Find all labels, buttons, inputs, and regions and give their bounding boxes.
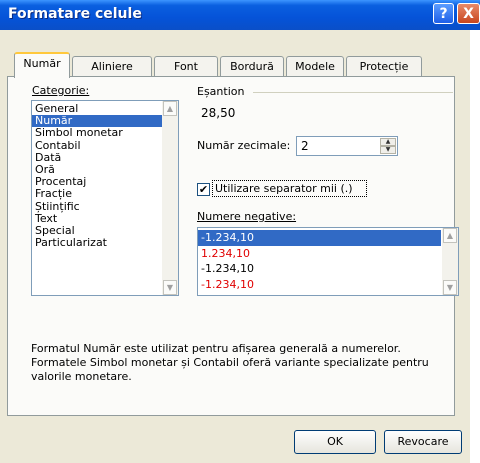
category-listbox[interactable]: General Număr Simbol monetar Contabil Dată Or… (31, 100, 179, 296)
negative-format-item[interactable]: -1.234,10 (198, 277, 441, 293)
decimals-input[interactable]: 2 ▲ ▼ (296, 136, 398, 156)
tab-label: Număr (23, 57, 61, 70)
negative-items: -1.234,10 1.234,10 -1.234,10 -1.234,10 (198, 228, 441, 292)
tab-label: Bordură (230, 60, 274, 73)
decimals-spinner[interactable]: ▲ ▼ (380, 138, 396, 154)
close-icon: X (463, 6, 474, 22)
sample-group-line (253, 92, 453, 93)
cancel-label: Revocare (397, 435, 449, 448)
spin-up-icon[interactable]: ▲ (380, 138, 396, 146)
title-bar[interactable]: Formatare celule ? X (0, 0, 480, 30)
tab-label: Protecție (359, 60, 409, 73)
format-cells-dialog: Formatare celule ? X Număr Aliniere Font… (0, 0, 480, 463)
tab-numar[interactable]: Număr (14, 52, 70, 78)
scroll-down-icon[interactable]: ▼ (163, 280, 177, 295)
scroll-up-icon[interactable]: ▲ (163, 101, 177, 116)
ok-label: OK (327, 435, 343, 448)
tab-bordura[interactable]: Bordură (220, 56, 284, 77)
spin-down-icon[interactable]: ▼ (380, 146, 396, 154)
tab-label: Modele (295, 60, 335, 73)
dialog-title: Formatare celule (8, 6, 142, 22)
category-item[interactable]: Particularizat (32, 236, 178, 249)
thousands-separator-checkbox[interactable]: ✔ (197, 183, 210, 196)
category-item[interactable]: Științific (32, 200, 178, 213)
negative-numbers-listbox[interactable]: -1.234,10 1.234,10 -1.234,10 -1.234,10 ▲ ▼ (197, 227, 459, 296)
separator-label[interactable]: Utilizare separator mii (.) (215, 182, 353, 195)
decimals-label: Număr zecimale: (197, 139, 291, 152)
checkmark-icon: ✔ (198, 183, 209, 196)
decimals-value: 2 (301, 139, 309, 153)
help-button[interactable]: ? (433, 3, 454, 24)
negative-scrollbar[interactable]: ▲ ▼ (442, 228, 458, 295)
category-label: Categorie: (32, 84, 90, 97)
negative-format-item[interactable]: -1.234,10 (198, 261, 441, 277)
scroll-up-icon[interactable]: ▲ (443, 228, 457, 243)
tab-aliniere[interactable]: Aliniere (72, 56, 152, 77)
tab-label: Aliniere (91, 60, 133, 73)
sample-label: Eșantion (197, 85, 245, 98)
negative-format-item[interactable]: -1.234,10 (198, 230, 441, 246)
category-item[interactable]: Fracție (32, 188, 178, 200)
tab-protectie[interactable]: Protecție (346, 56, 422, 77)
help-icon: ? (439, 6, 448, 22)
tab-label: Font (174, 60, 198, 73)
cancel-button[interactable]: Revocare (384, 430, 462, 454)
category-items: General Număr Simbol monetar Contabil Dată Or… (32, 101, 178, 249)
close-button[interactable]: X (457, 3, 480, 24)
ok-button[interactable]: OK (294, 430, 376, 454)
sample-value: 28,50 (201, 106, 236, 120)
negative-format-item[interactable]: 1.234,10 (198, 246, 441, 262)
tab-modele[interactable]: Modele (286, 56, 344, 77)
category-scrollbar[interactable]: ▲ ▼ (162, 101, 178, 295)
scroll-down-icon[interactable]: ▼ (443, 280, 457, 295)
negative-numbers-label: Numere negative: (197, 210, 297, 223)
category-item[interactable]: Simbol monetar (32, 127, 178, 139)
category-item[interactable]: Contabil (32, 139, 178, 152)
tab-font[interactable]: Font (154, 56, 218, 77)
description-text: Formatul Număr este utilizat pentru afiș… (31, 342, 429, 383)
